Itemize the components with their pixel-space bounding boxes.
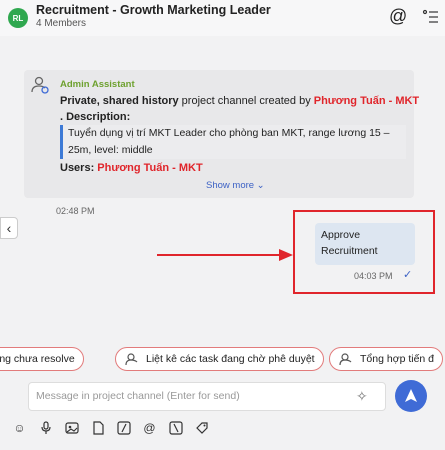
- microphone-icon[interactable]: [36, 418, 55, 437]
- sender-name[interactable]: Admin Assistant: [60, 79, 135, 90]
- assistant-chip-icon: [125, 353, 138, 366]
- send-icon: [405, 389, 417, 402]
- slash-command-icon[interactable]: [114, 418, 133, 437]
- channel-created-text: Private, shared history project channel …: [60, 95, 420, 107]
- chat-header: RL Recruitment - Growth Marketing Leader…: [0, 0, 445, 36]
- member-count[interactable]: 4 Members: [36, 18, 86, 29]
- annotation-arrow-icon: [157, 249, 293, 261]
- emoji-icon[interactable]: ☺: [10, 418, 29, 437]
- suggestion-chip[interactable]: ing chưa resolve: [0, 347, 84, 371]
- user-name[interactable]: Phương Tuấn - MKT: [97, 162, 202, 174]
- creator-name[interactable]: Phương Tuấn - MKT: [314, 95, 419, 107]
- mention-icon[interactable]: @: [389, 6, 407, 27]
- suggestion-chips: ing chưa resolve Liệt kê các task đang c…: [0, 347, 445, 373]
- file-icon[interactable]: [88, 418, 107, 437]
- highlight-box: [293, 210, 435, 294]
- send-button[interactable]: [395, 380, 427, 412]
- tag-icon[interactable]: [192, 418, 211, 437]
- task-list-icon[interactable]: [422, 8, 440, 26]
- message-input[interactable]: Message in project channel (Enter for se…: [36, 390, 240, 402]
- channel-title[interactable]: Recruitment - Growth Marketing Leader: [36, 3, 271, 17]
- composer-toolbar: ☺ @: [10, 418, 211, 438]
- message-timestamp: 02:48 PM: [56, 206, 95, 216]
- users-line: Users: Phương Tuấn - MKT: [60, 162, 203, 174]
- collapse-panel-button[interactable]: ‹: [0, 217, 18, 239]
- channel-avatar[interactable]: RL: [8, 8, 28, 28]
- mention-toolbar-icon[interactable]: @: [140, 418, 159, 437]
- ai-sparkle-icon[interactable]: ✧: [356, 388, 368, 405]
- suggestion-chip[interactable]: Tổng hợp tiến đ: [329, 347, 444, 371]
- description-label: . Description:: [60, 111, 131, 123]
- suggestion-chip[interactable]: Liệt kê các task đang chờ phê duyệt: [115, 347, 324, 371]
- show-more-link[interactable]: Show more ⌄: [206, 180, 265, 191]
- backslash-command-icon[interactable]: [166, 418, 185, 437]
- image-icon[interactable]: [62, 418, 81, 437]
- description-quote: Tuyển dụng vị trí MKT Leader cho phòng b…: [60, 125, 406, 159]
- admin-assistant-icon: [31, 76, 49, 94]
- assistant-chip-icon: [339, 353, 352, 366]
